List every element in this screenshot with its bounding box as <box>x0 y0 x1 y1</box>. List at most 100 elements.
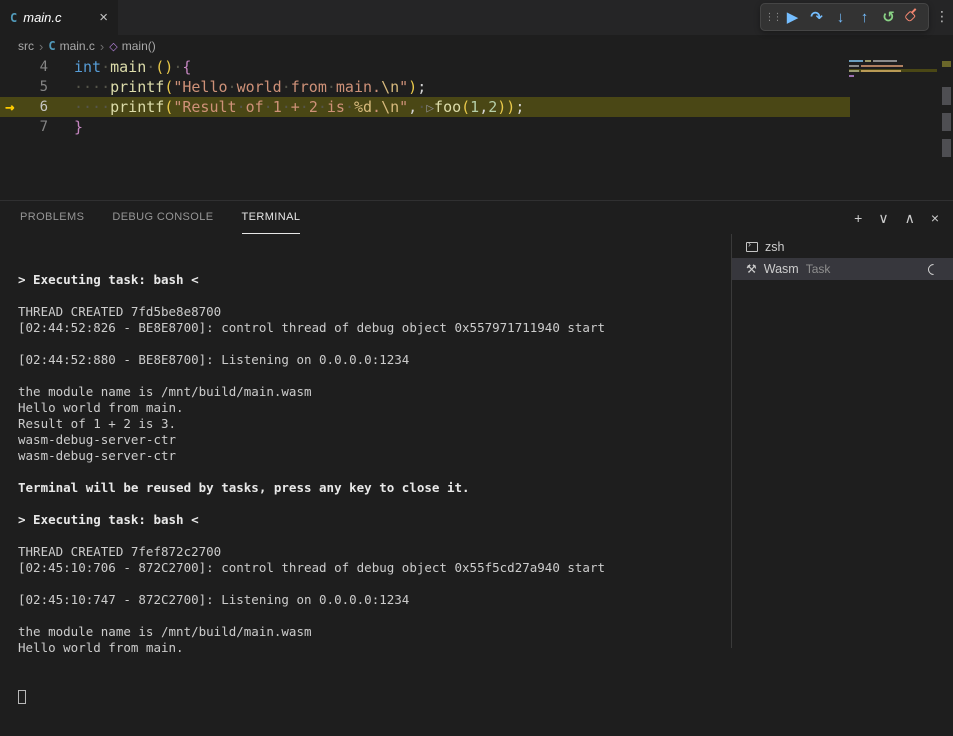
close-panel-icon[interactable]: × <box>931 211 939 225</box>
inline-run-icon[interactable]: ▷ <box>426 101 434 116</box>
terminal-line: [02:45:10:706 - 872C2700]: control threa… <box>18 560 731 576</box>
step-over-icon[interactable]: ↷ <box>806 6 827 28</box>
code-token: · <box>146 58 155 76</box>
close-tab-icon[interactable]: × <box>99 10 108 25</box>
breadcrumb-label: main() <box>122 39 156 53</box>
code-line[interactable]: 5····printf("Hello·world·from·main.\n"); <box>0 77 953 97</box>
code-token: is <box>327 98 345 116</box>
terminal-line <box>18 464 731 480</box>
breadcrumb-item[interactable]: src <box>18 39 34 53</box>
code-token: ; <box>515 98 524 116</box>
code-token: · <box>282 78 291 96</box>
terminal-line: > Executing task: bash < <box>18 272 731 288</box>
terminal-line: [02:45:10:747 - 872C2700]: Listening on … <box>18 592 731 608</box>
terminal-cursor-line <box>18 688 731 704</box>
terminal-line: > Executing task: bash < <box>18 512 731 528</box>
line-number: 6 <box>0 97 48 117</box>
terminal[interactable]: > Executing task: bash < THREAD CREATED … <box>0 234 731 648</box>
code-token: ···· <box>74 78 110 96</box>
panel-tab-debug-console[interactable]: DEBUG CONSOLE <box>112 201 213 234</box>
terminal-line <box>18 368 731 384</box>
terminal-line: Hello world from main. <box>18 640 731 656</box>
disconnect-icon[interactable] <box>902 6 923 28</box>
code-token: %d <box>354 98 372 116</box>
code-token: world <box>237 78 282 96</box>
terminal-line <box>18 496 731 512</box>
breadcrumb-label: main.c <box>60 39 95 53</box>
code-line[interactable]: 7} <box>0 117 953 137</box>
loading-spinner-icon <box>926 261 942 277</box>
code-token: main <box>110 58 146 76</box>
panel-tab-problems[interactable]: PROBLEMS <box>20 201 84 234</box>
terminal-line: [02:44:52:880 - BE8E8700]: Listening on … <box>18 352 731 368</box>
continue-icon[interactable]: ▶ <box>782 6 803 28</box>
code-token: printf <box>110 78 164 96</box>
code-text: ····printf("Hello·world·from·main.\n"); <box>48 77 426 97</box>
code-token: ···· <box>74 98 110 116</box>
code-token: int <box>74 58 101 76</box>
c-file-icon: C <box>10 11 17 25</box>
code-token: 2 <box>488 98 497 116</box>
code-token: () <box>155 58 173 76</box>
terminal-dropdown-icon[interactable]: ∨ <box>878 211 888 225</box>
code-token: ( <box>164 98 173 116</box>
tab-label: main.c <box>23 10 61 25</box>
terminal-line <box>18 528 731 544</box>
task-badge: Task <box>806 262 831 276</box>
restart-icon[interactable]: ↺ <box>878 6 899 28</box>
panel-tab-terminal[interactable]: TERMINAL <box>242 201 301 234</box>
breadcrumb: src›Cmain.c›◇main() <box>0 35 953 57</box>
terminal-cursor <box>18 690 26 704</box>
code-token: from <box>291 78 327 96</box>
code-token: · <box>101 58 110 76</box>
terminal-name: Wasm <box>764 262 799 276</box>
step-out-icon[interactable]: ↑ <box>854 6 875 28</box>
code-token: 1 <box>470 98 479 116</box>
step-into-icon[interactable]: ↓ <box>830 6 851 28</box>
more-actions-icon[interactable]: ⋮ <box>935 8 949 25</box>
terminal-line: [02:44:52:826 - BE8E8700]: control threa… <box>18 320 731 336</box>
code-token: · <box>318 98 327 116</box>
terminal-list: zsh ⚒ Wasm Task <box>731 234 953 648</box>
code-token: , <box>479 98 488 116</box>
maximize-panel-icon[interactable]: ∧ <box>905 211 915 225</box>
breadcrumb-separator: › <box>39 39 43 54</box>
code-token: )) <box>497 98 515 116</box>
code-token: · <box>282 98 291 116</box>
code-editor[interactable]: 4int·main·()·{5····printf("Hello·world·f… <box>0 57 953 200</box>
code-token: } <box>74 118 83 136</box>
code-token: { <box>182 58 191 76</box>
tools-icon: ⚒ <box>746 262 757 276</box>
breadcrumb-item[interactable]: ◇main() <box>109 39 155 53</box>
code-token: · <box>264 98 273 116</box>
c-file-icon: C <box>48 39 55 53</box>
terminal-line <box>18 336 731 352</box>
code-token: + <box>291 98 300 116</box>
terminal-line: the module name is /mnt/build/main.wasm <box>18 384 731 400</box>
code-line[interactable]: →6····printf("Result·of·1·+·2·is·%d.\n",… <box>0 97 953 117</box>
terminal-line: Result of 1 + 2 is 3. <box>18 416 731 432</box>
terminal-icon <box>746 242 758 252</box>
new-terminal-icon[interactable]: + <box>854 211 862 225</box>
tab-main-c[interactable]: C main.c × <box>0 0 118 35</box>
code-token: ; <box>417 78 426 96</box>
terminal-line <box>18 608 731 624</box>
terminal-line: the module name is /mnt/build/main.wasm <box>18 624 731 640</box>
breadcrumb-label: src <box>18 39 34 53</box>
scrollbar[interactable] <box>942 57 951 200</box>
code-line[interactable]: 4int·main·()·{ <box>0 57 953 77</box>
drag-grip-icon[interactable]: ⋮⋮ <box>766 6 779 28</box>
terminal-line <box>18 288 731 304</box>
breadcrumb-item[interactable]: Cmain.c <box>48 39 95 53</box>
terminal-line: Terminal will be reused by tasks, press … <box>18 480 731 496</box>
line-number: 5 <box>0 77 48 97</box>
terminal-list-item-zsh[interactable]: zsh <box>732 236 953 258</box>
code-token: " <box>399 98 408 116</box>
minimap[interactable] <box>849 59 937 79</box>
code-token: " <box>399 78 408 96</box>
terminal-list-item-wasm[interactable]: ⚒ Wasm Task <box>732 258 953 280</box>
panel-actions: + ∨ ∧ × <box>854 201 939 234</box>
code-token: · <box>228 78 237 96</box>
code-token: of <box>246 98 264 116</box>
code-token: 1 <box>273 98 282 116</box>
